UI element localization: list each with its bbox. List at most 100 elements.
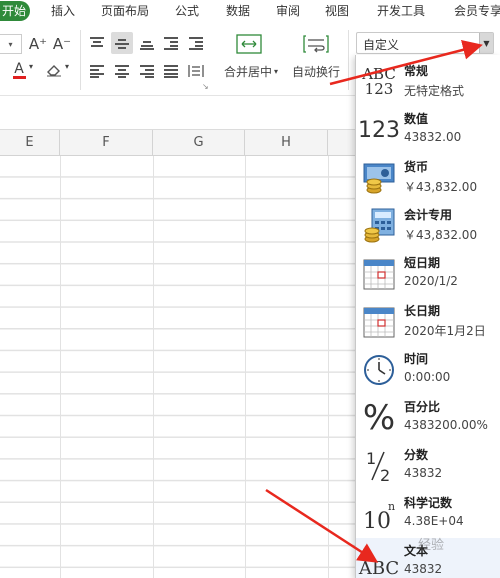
distributed-align-icon	[188, 65, 204, 77]
merge-center-label: 合并居中	[223, 64, 272, 79]
align-top-button[interactable]	[88, 34, 106, 52]
tab-view[interactable]: 视图	[325, 3, 349, 19]
merge-center-button[interactable]: 合并居中 ▾	[220, 62, 282, 80]
long-date-calendar-icon	[362, 304, 396, 340]
font-color-button[interactable]: A	[10, 60, 28, 80]
format-option-long-date[interactable]: 长日期 2020年1月2日	[356, 298, 500, 346]
watermark: 经验	[418, 538, 445, 553]
grid-column-line	[60, 156, 61, 578]
column-header-h[interactable]: H	[245, 130, 328, 156]
format-option-number[interactable]: 123 数值 43832.00	[356, 106, 500, 154]
tab-insert[interactable]: 插入	[51, 3, 75, 19]
increase-font-size-button[interactable]: A⁺	[28, 34, 48, 54]
wrap-text-button[interactable]: 自动换行	[288, 62, 344, 80]
abc-123-icon: ABC 123	[362, 65, 396, 98]
align-middle-icon	[115, 37, 129, 49]
tab-developer[interactable]: 开发工具	[377, 3, 425, 19]
svg-text:2: 2	[380, 466, 390, 484]
ribbon-separator	[348, 30, 349, 90]
clock-icon	[362, 352, 396, 388]
clear-chevron-icon[interactable]: ▾	[65, 62, 69, 71]
column-header-f[interactable]: F	[60, 130, 153, 156]
formula-bar-area[interactable]	[0, 96, 356, 130]
number-format-select[interactable]: 自定义 ▼	[356, 32, 494, 54]
format-option-sample: ￥43,832.00	[404, 180, 478, 194]
format-option-accounting[interactable]: 会计专用 ￥43,832.00	[356, 202, 500, 250]
short-date-calendar-icon	[362, 256, 396, 292]
align-center-icon	[115, 65, 129, 78]
svg-text:n: n	[388, 500, 395, 513]
chevron-down-icon: ▾	[8, 39, 13, 49]
format-option-scientific[interactable]: 10 n 科学记数 4.38E+04	[356, 490, 500, 538]
format-option-name: 短日期	[404, 256, 441, 270]
clear-format-button[interactable]	[44, 60, 64, 80]
font-color-swatch	[12, 75, 26, 79]
decrease-indent-button[interactable]	[162, 34, 180, 52]
eraser-icon	[47, 65, 61, 77]
format-option-name: 百分比	[404, 400, 441, 414]
format-option-short-date[interactable]: 短日期 2020/1/2	[356, 250, 500, 298]
number-format-menu: ABC 123 常规 无特定格式 123 数值 43832.00 货币 ￥43,8…	[355, 55, 500, 578]
align-bottom-icon	[140, 37, 154, 50]
format-option-name: 时间	[404, 352, 429, 366]
align-bottom-button[interactable]	[138, 34, 156, 52]
accounting-icon	[362, 208, 396, 244]
align-middle-button[interactable]	[111, 32, 133, 54]
chevron-down-icon: ▾	[274, 66, 279, 76]
cell-grid[interactable]	[0, 156, 356, 578]
format-option-currency[interactable]: 货币 ￥43,832.00	[356, 154, 500, 202]
format-option-name: 会计专用	[404, 208, 453, 222]
align-left-icon	[90, 65, 104, 78]
format-option-name: 分数	[404, 448, 429, 462]
worksheet: E F G H	[0, 96, 356, 578]
column-header-e[interactable]: E	[0, 130, 60, 156]
merge-cells-icon	[236, 34, 262, 54]
column-header-g[interactable]: G	[153, 130, 245, 156]
tab-data[interactable]: 数据	[226, 3, 250, 19]
text-abc-icon: ABC	[358, 557, 400, 578]
svg-text:1: 1	[366, 449, 376, 468]
format-option-fraction[interactable]: 1 2 分数 43832	[356, 442, 500, 490]
ribbon-separator	[80, 30, 81, 90]
format-option-sample: 4.38E+04	[404, 514, 464, 528]
format-option-sample: 43832	[404, 562, 443, 576]
tab-review[interactable]: 审阅	[276, 3, 300, 19]
wrap-text-icon-button[interactable]	[301, 32, 331, 56]
format-option-general[interactable]: ABC 123 常规 无特定格式	[356, 58, 500, 106]
dialog-launcher-icon[interactable]: ↘	[202, 82, 209, 91]
tab-formulas[interactable]: 公式	[175, 3, 199, 19]
format-option-name: 常规	[404, 64, 429, 78]
format-option-percentage[interactable]: % 百分比 4383200.00%	[356, 394, 500, 442]
format-option-sample: 43832.00	[404, 130, 462, 144]
justify-button[interactable]	[162, 62, 180, 80]
fraction-icon: 1 2	[362, 448, 396, 484]
align-right-button[interactable]	[138, 62, 156, 80]
align-left-button[interactable]	[88, 62, 106, 80]
grid-column-line	[153, 156, 154, 578]
distributed-align-button[interactable]	[187, 62, 205, 80]
font-size-dropdown[interactable]: ▾	[0, 34, 22, 54]
increase-indent-button[interactable]	[187, 34, 205, 52]
menu-bar: 开始 插入 页面布局 公式 数据 审阅 视图 开发工具 会员专享	[0, 0, 500, 22]
format-option-time[interactable]: 时间 0:00:00	[356, 346, 500, 394]
align-center-button[interactable]	[113, 62, 131, 80]
align-right-icon	[140, 65, 154, 78]
font-color-chevron-icon[interactable]: ▾	[29, 62, 33, 71]
tab-page-layout[interactable]: 页面布局	[101, 3, 149, 19]
format-option-sample: 2020/1/2	[404, 274, 458, 288]
column-header-i[interactable]	[328, 130, 356, 156]
format-option-name: 长日期	[404, 304, 441, 318]
increase-indent-icon	[189, 37, 203, 50]
svg-text:10: 10	[363, 509, 391, 532]
wrap-text-icon	[303, 35, 329, 53]
chevron-down-icon: ▼	[483, 38, 490, 48]
decrease-font-size-button[interactable]: A⁻	[52, 34, 72, 54]
format-option-sample: 无特定格式	[404, 84, 465, 98]
grid-column-line	[328, 156, 329, 578]
tab-member[interactable]: 会员专享	[454, 3, 500, 19]
font-color-label: A	[14, 60, 24, 77]
format-option-sample: 43832	[404, 466, 443, 480]
tab-home[interactable]: 开始	[0, 1, 31, 21]
number-format-dropdown-button[interactable]: ▼	[479, 33, 493, 53]
merge-center-icon-button[interactable]	[234, 32, 264, 56]
